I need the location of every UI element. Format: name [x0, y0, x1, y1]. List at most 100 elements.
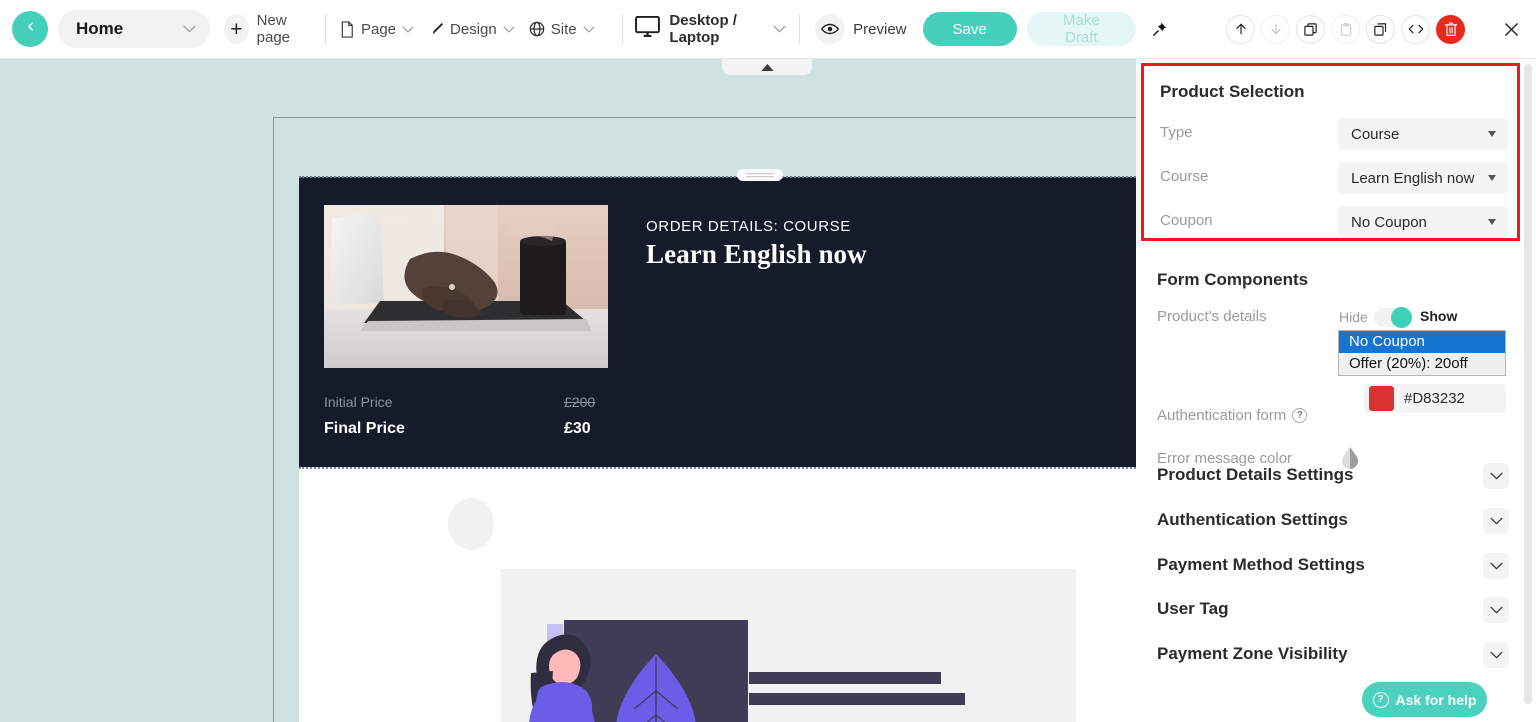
plus-icon: + [224, 14, 249, 44]
dropdown-option[interactable]: No Coupon [1339, 331, 1505, 353]
color-swatch [1369, 386, 1394, 411]
caret-down-icon [1488, 219, 1496, 225]
section-boundary-bottom [299, 467, 1136, 469]
paste-icon[interactable] [1331, 14, 1360, 44]
eye-icon [815, 14, 846, 44]
save-button[interactable]: Save [922, 12, 1017, 46]
ask-for-help-label: Ask for help [1395, 691, 1477, 708]
chevron-down-icon [1483, 508, 1509, 534]
move-down-icon[interactable] [1261, 14, 1290, 44]
accordion-payment-zone-visibility[interactable]: Payment Zone Visibility [1136, 640, 1536, 674]
final-price-value: £30 [564, 420, 591, 437]
element-actions [1226, 14, 1465, 44]
field-coupon-label: Coupon [1160, 212, 1213, 229]
element-action-toolbar [1136, 0, 1536, 59]
chevron-down-icon [1483, 597, 1509, 623]
type-select-value: Course [1351, 125, 1400, 143]
field-type-label: Type [1160, 124, 1193, 141]
settings-panel: Product Selection Type Course Course Lea… [1136, 59, 1536, 722]
file-icon [339, 20, 356, 38]
chevron-down-icon [1483, 642, 1509, 668]
form-components-title: Form Components [1157, 270, 1309, 289]
course-select[interactable]: Learn English now [1338, 162, 1508, 194]
accordion-product-details-settings[interactable]: Product Details Settings [1136, 461, 1536, 495]
content-frame: ORDER DETAILS: COURSE Learn English now … [273, 117, 1136, 722]
brush-icon [428, 21, 445, 38]
accordion-label: Payment Method Settings [1157, 555, 1365, 574]
coupon-dropdown-list[interactable]: No Coupon Offer (20%): 20off [1338, 330, 1506, 376]
dropdown-option[interactable]: Offer (20%): 20off [1339, 353, 1505, 375]
monitor-icon [635, 16, 661, 42]
copy-icon[interactable] [1296, 14, 1325, 44]
question-mark-icon[interactable]: ? [1292, 408, 1308, 423]
code-icon[interactable] [1401, 14, 1430, 44]
hero-image [324, 205, 608, 368]
caret-down-icon [1488, 175, 1496, 181]
pin-icon[interactable] [1146, 16, 1172, 42]
authentication-form-label: Authentication form? [1157, 407, 1308, 424]
accordion-label: Authentication Settings [1157, 510, 1348, 529]
color-hex-value: #D83232 [1404, 390, 1465, 407]
page-canvas: ORDER DETAILS: COURSE Learn English now … [0, 59, 1136, 722]
section-drag-handle[interactable] [737, 169, 783, 181]
close-icon[interactable] [1500, 18, 1522, 40]
product-selection-group: Product Selection Type Course Course Lea… [1141, 63, 1520, 241]
collapse-tab[interactable] [722, 59, 812, 75]
toggle-off-label: Hide [1339, 309, 1368, 325]
coupon-select-value: No Coupon [1351, 213, 1427, 231]
accordion-user-tag[interactable]: User Tag [1136, 595, 1536, 629]
delete-icon[interactable] [1436, 14, 1465, 44]
final-price-label: Final Price [324, 420, 405, 437]
order-kicker: ORDER DETAILS: COURSE [646, 218, 851, 235]
accordion-payment-method-settings[interactable]: Payment Method Settings [1136, 551, 1536, 585]
device-label: Desktop / Laptop [669, 12, 737, 46]
new-page-button[interactable]: + New page [224, 12, 312, 46]
woman-viewing-leaf-illustration [501, 569, 1076, 722]
divider [621, 14, 623, 44]
menu-site-label: Site [550, 20, 577, 38]
make-draft-button[interactable]: Make Draft [1026, 12, 1136, 46]
chevron-down-icon [503, 22, 515, 36]
caret-down-icon [1488, 131, 1496, 137]
duplicate-icon[interactable] [1366, 14, 1395, 44]
divider [325, 14, 326, 44]
accordion-label: User Tag [1157, 599, 1229, 618]
menu-site[interactable]: Site [529, 21, 595, 38]
decorative-circle [448, 498, 494, 550]
top-toolbar: Home + New page Page Design Site Desktop… [0, 0, 1136, 59]
illustration-section [299, 468, 1136, 722]
menu-page-label: Page [360, 20, 397, 38]
new-page-label: New page [256, 12, 291, 46]
error-color-field[interactable]: #D83232 [1364, 384, 1506, 413]
back-button[interactable] [12, 11, 48, 47]
menu-design[interactable]: Design [428, 21, 515, 38]
question-circle-icon: ? [1372, 691, 1389, 708]
ask-for-help-button[interactable]: ? Ask for help [1362, 682, 1487, 717]
page-title: Home [76, 19, 124, 38]
page-selector[interactable]: Home [58, 10, 210, 48]
field-course: Course Learn English now [1160, 162, 1508, 194]
preview-button[interactable]: Preview [815, 14, 907, 44]
product-details-toggle[interactable] [1374, 307, 1412, 328]
chevron-down-icon [1483, 553, 1509, 579]
chevron-down-icon [183, 22, 196, 36]
device-selector[interactable]: Desktop / Laptop [635, 12, 786, 46]
chevron-down-icon [402, 22, 414, 36]
initial-price-label: Initial Price [324, 394, 393, 410]
menu-page[interactable]: Page [339, 21, 414, 38]
triangle-up-icon [760, 59, 774, 76]
type-select[interactable]: Course [1338, 118, 1508, 150]
coupon-select[interactable]: No Coupon [1338, 206, 1508, 238]
preview-label: Preview [853, 20, 907, 38]
field-coupon: Coupon No Coupon [1160, 206, 1508, 238]
product-details-label: Product's details [1157, 308, 1267, 325]
menu-design-label: Design [450, 20, 497, 38]
chevron-down-icon [773, 22, 786, 36]
toggle-knob [1391, 307, 1412, 328]
course-select-value: Learn English now [1351, 169, 1475, 187]
chevron-down-icon [583, 22, 595, 36]
move-up-icon[interactable] [1226, 14, 1255, 44]
section-boundary-top [299, 176, 1136, 178]
accordion-authentication-settings[interactable]: Authentication Settings [1136, 506, 1536, 540]
field-type: Type Course [1160, 118, 1508, 150]
